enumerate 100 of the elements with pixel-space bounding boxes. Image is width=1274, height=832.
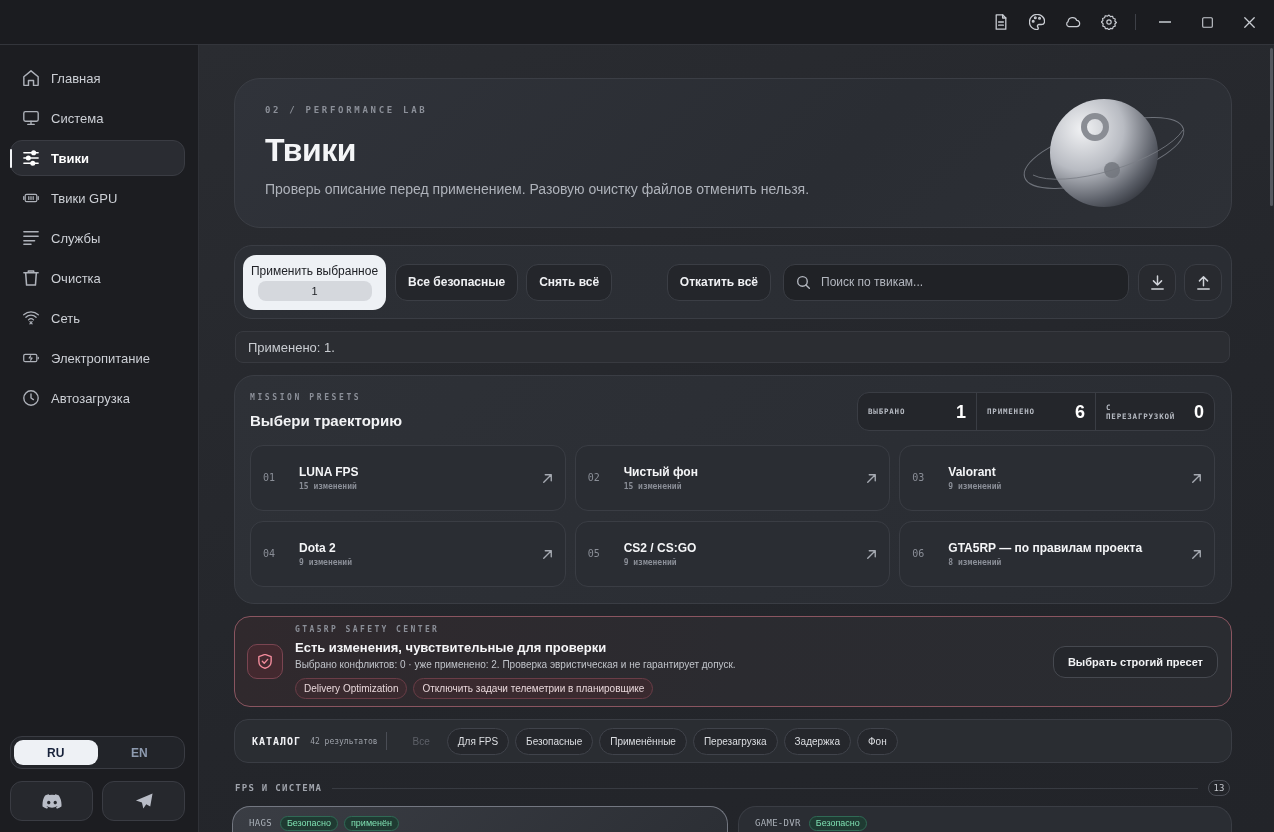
tweak-card[interactable]: GAME-DVR Безопасно xyxy=(738,806,1232,832)
preset-number: 01 xyxy=(263,472,277,484)
stat-value: 6 xyxy=(1075,401,1085,422)
sidebar-item[interactable]: Автозагрузка xyxy=(10,380,185,416)
monitor-icon xyxy=(23,110,39,126)
filter-chip[interactable]: Применённые xyxy=(599,727,687,755)
sliders-icon xyxy=(23,150,39,166)
preset-card[interactable]: 01 LUNA FPS 15 изменений xyxy=(250,445,566,511)
maximize-icon xyxy=(1201,16,1213,28)
toolbar-button[interactable]: Все безопасные xyxy=(395,263,519,301)
preset-number: 02 xyxy=(587,472,601,484)
preset-number: 04 xyxy=(263,548,277,560)
shield-check-icon xyxy=(247,644,283,679)
home-icon xyxy=(23,70,39,86)
preset-number: 05 xyxy=(587,548,601,560)
apply-selected-button[interactable]: Применить выбранное 1 xyxy=(243,254,386,310)
conflict-tag: Отключить задачи телеметрии в планировщике xyxy=(413,677,654,699)
toolbar-button[interactable]: Снять всё xyxy=(526,263,613,301)
preset-name: Valorant xyxy=(948,464,996,479)
panel-eyebrow: MISSION PRESETS xyxy=(250,393,362,403)
arrow-up-right-icon xyxy=(1192,549,1201,559)
download-button[interactable] xyxy=(1138,263,1176,301)
stat-value: 1 xyxy=(956,401,966,422)
clock-icon xyxy=(23,390,39,406)
filter-chip[interactable]: Безопасные xyxy=(515,727,594,755)
filter-chip[interactable]: Для FPS xyxy=(446,727,510,755)
tweak-code: GAME-DVR xyxy=(755,817,801,830)
language-option[interactable]: RU xyxy=(14,740,98,765)
search-icon xyxy=(797,275,810,289)
status-message: Применено: 1. xyxy=(248,339,335,355)
arrow-up-right-icon xyxy=(542,549,552,559)
stat-value: 0 xyxy=(1194,401,1204,422)
catalog-title: КАТАЛОГ xyxy=(252,735,302,747)
preset-change-count: 8 изменений xyxy=(948,557,1002,568)
arrow-up-right-icon xyxy=(1192,473,1201,483)
arrow-up-right-icon xyxy=(867,549,877,559)
toolbar-button[interactable]: Откатить всё xyxy=(666,263,771,301)
preset-number: 06 xyxy=(912,548,926,560)
panel-eyebrow: GTA5RP SAFETY CENTER xyxy=(295,624,440,635)
preset-card[interactable]: 03 Valorant 9 изменений xyxy=(899,445,1215,511)
filter-chip[interactable]: Перезагрузка xyxy=(692,727,778,755)
wifi-icon xyxy=(23,310,39,326)
strict-preset-button[interactable]: Выбрать строгий пресет xyxy=(1052,645,1218,678)
preset-name: GTA5RP — по правилам проекта xyxy=(948,540,1143,555)
sidebar-item[interactable]: Твики GPU xyxy=(10,180,185,216)
result-count: 42 результатов xyxy=(310,736,378,746)
panel-title: Выбери траекторию xyxy=(250,412,402,430)
alert-title: Есть изменения, чувствительные для проверки xyxy=(295,639,607,656)
language-option[interactable]: EN xyxy=(97,740,181,765)
sidebar-item[interactable]: Службы xyxy=(10,220,185,256)
sidebar-item[interactable]: Главная xyxy=(10,60,185,96)
preset-card[interactable]: 06 GTA5RP — по правилам проекта 8 изменений xyxy=(899,521,1215,587)
preset-card[interactable]: 04 Dota 2 9 изменений xyxy=(250,521,566,587)
download-icon xyxy=(1150,274,1164,290)
preset-name: LUNA FPS xyxy=(299,464,359,479)
status-tag: применён xyxy=(344,816,400,831)
count-badge: 13 xyxy=(1208,780,1230,796)
preset-change-count: 15 изменений xyxy=(299,481,357,492)
tweak-card[interactable]: HAGS Безопасно применён xyxy=(232,806,728,832)
filter-chip[interactable]: Задержка xyxy=(783,727,851,755)
preset-name: Dota 2 xyxy=(299,540,336,555)
filter-chip[interactable]: Фон xyxy=(856,727,898,755)
document-icon xyxy=(993,14,1009,30)
upload-button[interactable] xyxy=(1184,263,1222,301)
list-icon xyxy=(23,230,39,246)
close-icon xyxy=(1243,16,1255,28)
status-tag: Безопасно xyxy=(279,816,338,831)
sidebar-item[interactable]: Очистка xyxy=(10,260,185,296)
trash-icon xyxy=(23,270,39,286)
page-subtitle: Проверь описание перед применением. Разовую очистку файлов отменить нельзя. xyxy=(265,180,811,198)
preset-change-count: 9 изменений xyxy=(299,557,352,568)
section-title: FPS И СИСТЕМА xyxy=(235,783,323,793)
preset-card[interactable]: 05 CS2 / CS:GO 9 изменений xyxy=(574,521,891,587)
discord-button[interactable] xyxy=(10,781,93,821)
telegram-button[interactable] xyxy=(102,781,185,821)
search-field[interactable]: Поиск по твикам... xyxy=(783,263,1129,301)
arrow-up-right-icon xyxy=(867,473,877,483)
conflict-tag: Delivery Optimization xyxy=(295,677,408,699)
sidebar-item[interactable]: Твики xyxy=(10,140,185,176)
paper-plane-icon xyxy=(134,793,153,809)
preset-card[interactable]: 02 Чистый фон 15 изменений xyxy=(574,445,891,511)
minimize-icon xyxy=(1159,21,1171,23)
tweak-code: HAGS xyxy=(249,817,272,830)
cloud-icon xyxy=(1065,14,1081,30)
status-tag: Безопасно xyxy=(808,816,867,831)
sidebar-item[interactable]: Электропитание xyxy=(10,340,185,376)
preset-name: Чистый фон xyxy=(623,464,698,479)
count-badge: 1 xyxy=(257,280,372,301)
upload-icon xyxy=(1196,274,1210,290)
preset-name: CS2 / CS:GO xyxy=(623,540,697,555)
preset-change-count: 9 изменений xyxy=(623,557,677,568)
discord-icon xyxy=(41,793,62,809)
palette-icon xyxy=(1029,14,1045,30)
settings-icon xyxy=(1101,14,1117,30)
arrow-up-right-icon xyxy=(542,473,552,483)
sidebar-item[interactable]: Сеть xyxy=(10,300,185,336)
sidebar-item[interactable]: Система xyxy=(10,100,185,136)
preset-change-count: 9 изменений xyxy=(948,481,1002,492)
scrollbar-thumb[interactable] xyxy=(1270,48,1273,206)
page-eyebrow: 02 / PERFORMANCE LAB xyxy=(265,105,429,115)
